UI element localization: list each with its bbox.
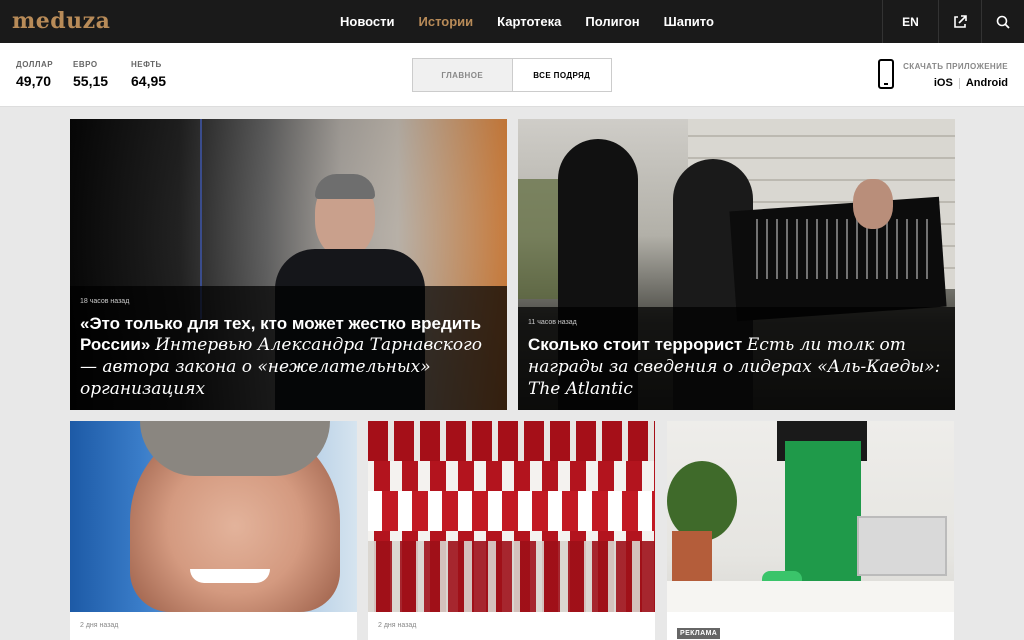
toggle-all-button[interactable]: ВСЕ ПОДРЯД	[512, 59, 611, 91]
story-image	[368, 421, 655, 612]
rate-label: ЕВРО	[73, 60, 98, 69]
main-nav: Новости Истории Картотека Полигон Шапито	[340, 0, 738, 43]
ad-footer: РЕКЛАМА	[667, 612, 954, 640]
rate-oil: НЕФТЬ 64,95	[131, 60, 166, 89]
story-card[interactable]: 11 часов назад Сколько стоит террорист Е…	[518, 119, 955, 410]
story-card[interactable]: 18 часов назад «Это только для тех, кто …	[70, 119, 507, 410]
feed-toggle: ГЛАВНОЕ ВСЕ ПОДРЯД	[412, 58, 612, 92]
ad-badge: РЕКЛАМА	[677, 628, 721, 639]
nav-item-shapito[interactable]: Шапито	[664, 14, 714, 29]
site-logo[interactable]: meduza	[12, 8, 110, 34]
top-navbar: meduza Новости Истории Картотека Полигон…	[0, 0, 1024, 43]
nav-item-stories[interactable]: Истории	[419, 14, 474, 29]
ios-link[interactable]: iOS	[934, 77, 953, 89]
rate-eur: ЕВРО 55,15	[73, 60, 108, 89]
rate-usd: ДОЛЛАР 49,70	[16, 60, 53, 89]
story-card[interactable]: 2 дня назад	[368, 421, 655, 640]
story-image	[70, 421, 357, 612]
story-title: «Это только для тех, кто может жестко вр…	[80, 313, 497, 400]
nav-item-cards[interactable]: Картотека	[497, 14, 561, 29]
story-overlay: 18 часов назад «Это только для тех, кто …	[70, 286, 507, 410]
share-icon[interactable]	[938, 0, 981, 43]
nav-item-news[interactable]: Новости	[340, 14, 395, 29]
story-title: Сколько стоит террорист Есть ли толк от …	[528, 334, 945, 400]
story-time: 2 дня назад	[378, 622, 417, 629]
story-card[interactable]: 2 дня назад	[70, 421, 357, 640]
info-bar: ДОЛЛАР 49,70 ЕВРО 55,15 НЕФТЬ 64,95 ГЛАВ…	[0, 43, 1024, 107]
rate-value: 55,15	[73, 73, 109, 89]
ad-card[interactable]: РЕКЛАМА	[667, 421, 954, 640]
top-right-controls: EN	[882, 0, 1024, 43]
story-footer: 2 дня назад	[368, 612, 655, 640]
phone-icon	[878, 59, 894, 89]
story-time: 2 дня назад	[80, 622, 119, 629]
rate-value: 64,95	[131, 73, 167, 89]
nav-item-polygon[interactable]: Полигон	[585, 14, 639, 29]
story-footer: 2 дня назад	[70, 612, 357, 640]
story-time: 18 часов назад	[80, 298, 130, 305]
language-switch[interactable]: EN	[882, 0, 938, 43]
rate-value: 49,70	[16, 73, 52, 89]
search-icon[interactable]	[981, 0, 1024, 43]
rate-label: ДОЛЛАР	[16, 60, 54, 69]
story-overlay: 11 часов назад Сколько стоит террорист Е…	[518, 307, 955, 410]
ad-image	[667, 421, 954, 612]
story-time: 11 часов назад	[528, 319, 577, 326]
story-headline: Сколько стоит террорист	[528, 335, 743, 354]
divider	[958, 77, 960, 89]
app-download: СКАЧАТЬ ПРИЛОЖЕНИЕ iOS Android	[903, 62, 1008, 89]
rate-label: НЕФТЬ	[131, 60, 162, 69]
app-download-label: СКАЧАТЬ ПРИЛОЖЕНИЕ	[903, 62, 1008, 71]
toggle-main-button[interactable]: ГЛАВНОЕ	[413, 59, 513, 91]
android-link[interactable]: Android	[966, 77, 1008, 89]
